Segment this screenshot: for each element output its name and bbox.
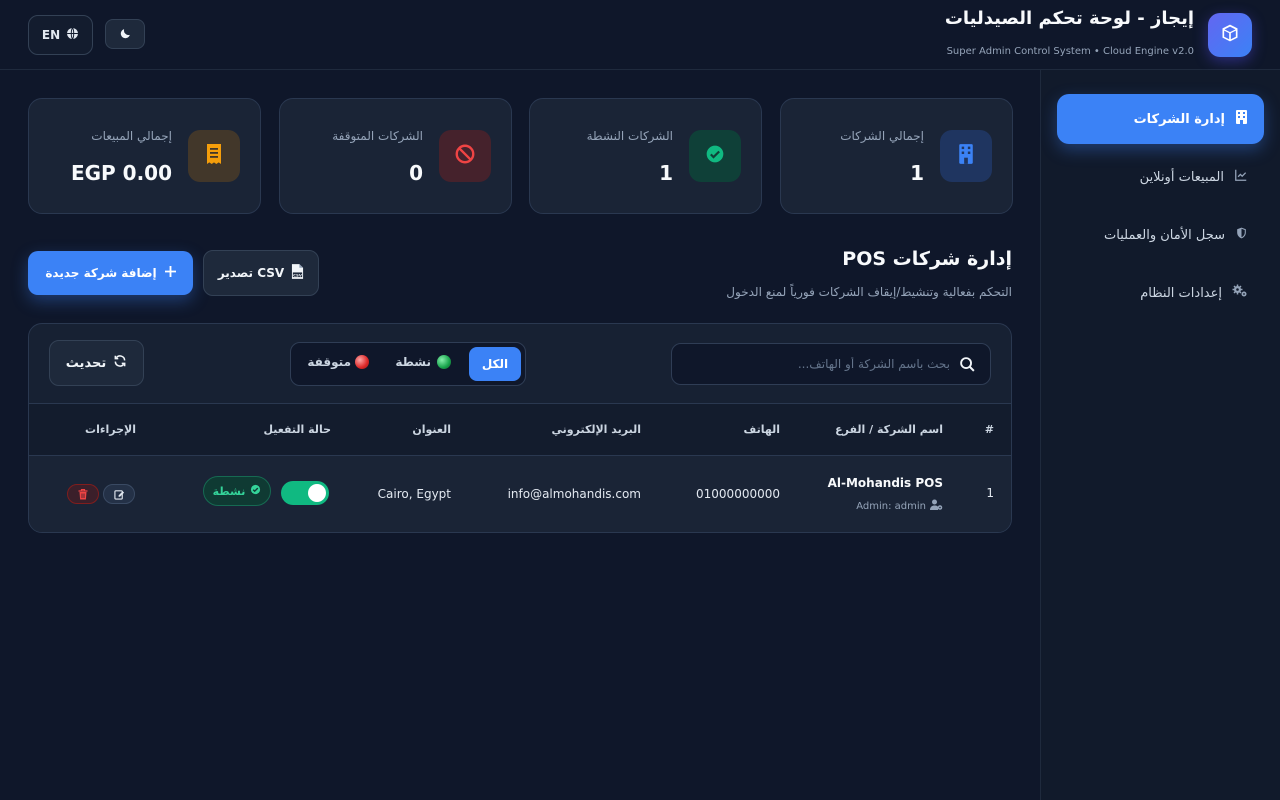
button-label: تصدير CSV <box>217 266 285 280</box>
column-header-email: البريد الإلكتروني <box>551 423 641 436</box>
company-admin: Admin: admin <box>856 499 943 513</box>
table-row: 1 Al-Mohandis POS Admin: admin 010000000… <box>29 456 1011 532</box>
refresh-icon <box>113 354 127 372</box>
stat-icon-box <box>439 130 491 182</box>
ban-icon <box>454 143 476 169</box>
search-icon <box>959 356 976 377</box>
stat-label: إجمالي الشركات <box>840 129 924 143</box>
stat-value: 1 <box>910 161 924 185</box>
language-toggle-button[interactable]: EN <box>28 15 93 55</box>
trash-icon <box>78 485 88 504</box>
page-title: إدارة شركات POS <box>842 248 1012 270</box>
search-input[interactable] <box>690 344 950 384</box>
activation-toggle[interactable] <box>281 481 329 505</box>
status-filter-group: الكل نشطة متوقفة <box>290 342 526 386</box>
companies-table-panel: الكل نشطة متوقفة تحديث # اسم الشركة / ال… <box>28 323 1012 533</box>
stat-value: EGP 0.00 <box>70 161 172 185</box>
company-address: Cairo, Egypt <box>377 487 451 501</box>
check-circle-icon <box>705 144 725 168</box>
table-header: # اسم الشركة / الفرع الهاتف البريد الإلك… <box>29 403 1011 456</box>
edit-button[interactable] <box>103 484 135 504</box>
sidebar-item-label: إدارة الشركات <box>1133 111 1225 127</box>
column-header-address: العنوان <box>412 423 451 436</box>
shield-icon <box>1235 226 1248 244</box>
add-company-button[interactable]: إضافة شركة جديدة <box>28 251 193 295</box>
stat-label: الشركات المتوقفة <box>332 129 423 143</box>
filter-active-button[interactable]: نشطة <box>395 355 451 369</box>
app-logo <box>1208 13 1252 57</box>
company-email: info@almohandis.com <box>507 487 641 501</box>
moon-icon <box>119 25 132 44</box>
row-index: 1 <box>986 486 994 500</box>
sidebar-item-companies[interactable]: إدارة الشركات <box>1057 94 1264 144</box>
page-subtitle: التحكم بفعالية وتنشيط/إيقاف الشركات فوري… <box>726 285 1012 299</box>
sidebar-item-label: سجل الأمان والعمليات <box>1104 227 1225 243</box>
stat-icon-box <box>689 130 741 182</box>
delete-button[interactable] <box>67 484 99 504</box>
filter-label: متوقفة <box>307 355 351 369</box>
stat-value: 0 <box>409 161 423 185</box>
sidebar: إدارة الشركات المبيعات أونلاين سجل الأما… <box>1040 70 1280 800</box>
file-csv-icon: CSV <box>291 264 304 282</box>
filter-label: نشطة <box>395 355 431 369</box>
search-box <box>671 343 991 385</box>
svg-text:CSV: CSV <box>293 272 302 277</box>
stat-label: إجمالي المبيعات <box>91 129 172 143</box>
stat-icon-box <box>188 130 240 182</box>
export-csv-button[interactable]: تصدير CSV CSV <box>203 250 319 296</box>
top-header: إيجاز - لوحة تحكم الصيدليات Super Admin … <box>0 0 1280 70</box>
filter-stopped-button[interactable]: متوقفة <box>307 355 369 369</box>
stat-icon-box <box>940 130 992 182</box>
stat-card-stopped-companies: الشركات المتوقفة 0 <box>279 98 512 214</box>
receipt-icon <box>206 144 222 168</box>
user-gear-icon <box>930 499 943 513</box>
red-dot-icon <box>355 355 369 369</box>
stat-card-total-companies: إجمالي الشركات 1 <box>780 98 1013 214</box>
chart-line-icon <box>1234 168 1248 186</box>
refresh-button[interactable]: تحديث <box>49 340 144 386</box>
status-badge: نشطة <box>203 476 271 506</box>
sidebar-item-security-log[interactable]: سجل الأمان والعمليات <box>1057 210 1264 260</box>
button-label: إضافة شركة جديدة <box>45 266 157 280</box>
language-label: EN <box>41 28 61 42</box>
box-icon <box>1220 23 1240 47</box>
column-header-phone: الهاتف <box>743 423 780 436</box>
sidebar-item-label: المبيعات أونلاين <box>1139 169 1224 185</box>
company-phone: 01000000000 <box>696 487 780 501</box>
building-icon <box>1235 110 1248 128</box>
sidebar-item-system-settings[interactable]: إعدادات النظام <box>1057 268 1264 318</box>
column-header-actions: الإجراءات <box>85 423 136 436</box>
status-label: نشطة <box>212 484 246 498</box>
app-subtitle: Super Admin Control System • Cloud Engin… <box>946 46 1194 57</box>
edit-icon <box>113 485 125 504</box>
gears-icon <box>1232 284 1248 302</box>
sidebar-item-label: إعدادات النظام <box>1140 285 1222 301</box>
theme-toggle-button[interactable] <box>105 19 145 49</box>
check-circle-icon <box>250 484 261 498</box>
app-title: إيجاز - لوحة تحكم الصيدليات <box>944 8 1194 29</box>
building-icon <box>958 144 974 168</box>
filter-all-button[interactable]: الكل <box>469 347 521 381</box>
admin-label: Admin: admin <box>856 500 926 512</box>
stat-value: 1 <box>659 161 673 185</box>
stat-card-total-sales: إجمالي المبيعات EGP 0.00 <box>28 98 261 214</box>
column-header-name: اسم الشركة / الفرع <box>835 423 943 436</box>
stat-card-active-companies: الشركات النشطة 1 <box>529 98 762 214</box>
column-header-status: حالة التفعيل <box>263 423 331 436</box>
globe-icon <box>66 27 79 43</box>
plus-icon <box>164 266 176 280</box>
button-label: تحديث <box>65 355 107 371</box>
column-header-index: # <box>984 423 994 436</box>
stat-label: الشركات النشطة <box>586 129 673 143</box>
sidebar-item-online-sales[interactable]: المبيعات أونلاين <box>1057 152 1264 202</box>
green-dot-icon <box>437 355 451 369</box>
company-name: Al-Mohandis POS <box>827 476 943 490</box>
